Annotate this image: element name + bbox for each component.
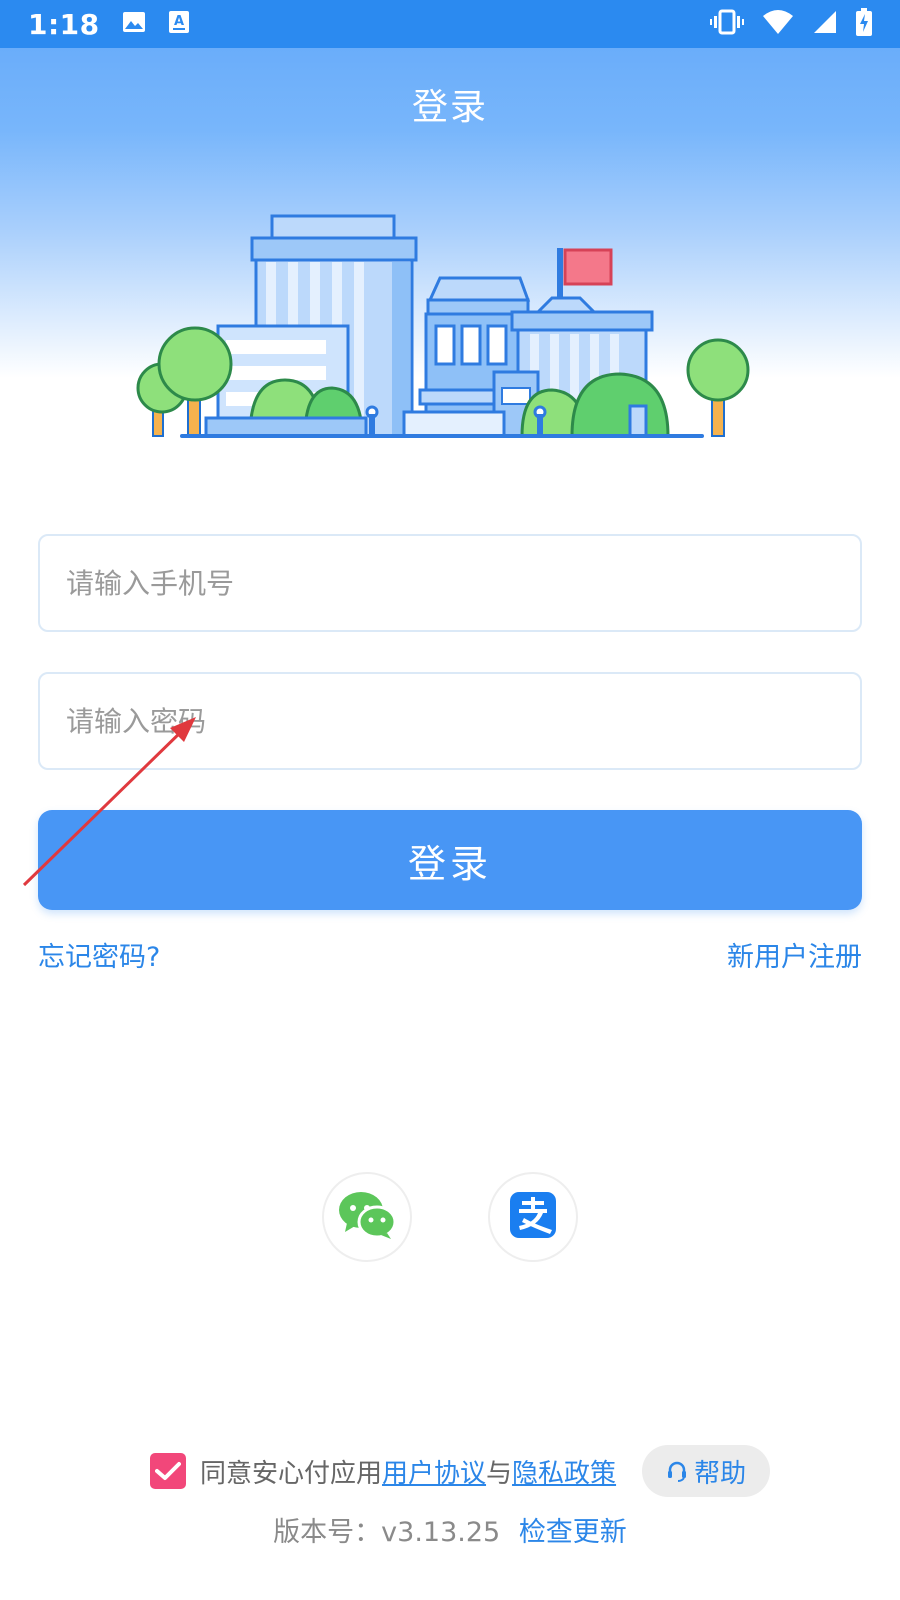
- wechat-icon: [337, 1190, 397, 1244]
- password-field[interactable]: [38, 672, 862, 770]
- alipay-icon: [510, 1192, 556, 1242]
- agreement-text: 同意安心付应用: [200, 1458, 383, 1489]
- tree-right: [686, 338, 750, 437]
- password-input[interactable]: [66, 704, 860, 738]
- agreement-row: 同意安心付应用 用户协议 与 隐私政策 帮助: [150, 1443, 771, 1499]
- text-a-icon: A: [168, 10, 190, 38]
- version-label: 版本号：v3.13.25: [273, 1517, 501, 1548]
- login-screen: 1:18 A 登录 请输入手机号 登录 忘记密码? 新用户注册 同意安心付应用 …: [0, 0, 900, 1600]
- agreement-checkbox[interactable]: [150, 1453, 186, 1489]
- wifi-icon: [762, 9, 794, 39]
- auth-links: 忘记密码? 新用户注册: [38, 935, 862, 974]
- wechat-login-button[interactable]: [322, 1172, 412, 1262]
- checkmark-icon: [155, 1462, 181, 1480]
- login-button[interactable]: 登录: [38, 810, 862, 910]
- status-right: [710, 8, 872, 40]
- page-title: 登录: [411, 87, 488, 128]
- status-time: 1:18: [28, 7, 100, 41]
- phone-field[interactable]: [38, 534, 862, 632]
- city-illustration: [136, 214, 750, 438]
- help-button[interactable]: 帮助: [642, 1445, 771, 1497]
- forgot-password-link[interactable]: 忘记密码?: [38, 935, 160, 974]
- register-link[interactable]: 新用户注册: [727, 935, 862, 974]
- privacy-policy-link[interactable]: 隐私政策: [512, 1453, 616, 1490]
- signal-icon: [812, 9, 838, 39]
- agreement-conjunction: 与: [486, 1458, 513, 1489]
- check-update-link[interactable]: 检查更新: [519, 1517, 627, 1548]
- headset-icon: [668, 1461, 687, 1482]
- help-label: 帮助: [694, 1458, 747, 1489]
- status-left: 1:18 A: [28, 8, 190, 41]
- image-icon: [122, 11, 146, 37]
- svg-text:A: A: [174, 14, 184, 29]
- version-row: 版本号：v3.13.25 检查更新: [0, 1510, 900, 1549]
- alipay-login-button[interactable]: [488, 1172, 578, 1262]
- status-bar: 1:18 A: [0, 0, 900, 48]
- vibrate-icon: [710, 9, 744, 39]
- battery-charging-icon: [856, 8, 872, 40]
- user-agreement-link[interactable]: 用户协议: [382, 1453, 486, 1490]
- phone-input[interactable]: [66, 566, 860, 600]
